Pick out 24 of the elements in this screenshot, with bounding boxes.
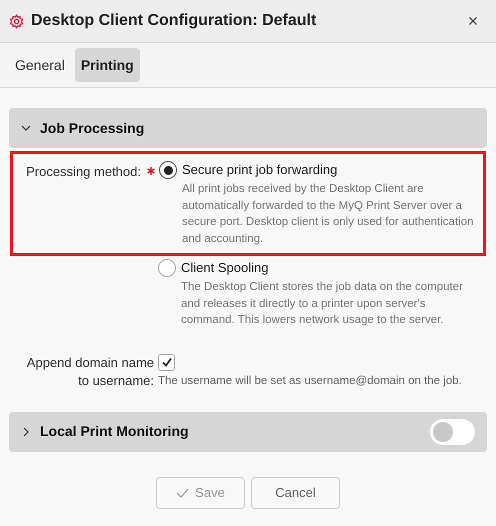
gear-icon [9, 14, 24, 28]
radio-button[interactable] [159, 161, 177, 179]
checkbox[interactable] [158, 354, 175, 370]
radio-button[interactable] [158, 259, 176, 277]
tab[interactable]: Printing [74, 48, 140, 82]
section-header[interactable]: Job Processing [9, 108, 487, 148]
close-button[interactable]: × [461, 9, 485, 33]
section-title: Job Processing [40, 118, 144, 138]
toggle-switch[interactable] [430, 418, 475, 445]
option-label: Secure print job forwarding [182, 161, 338, 179]
field-label: Append domain name to username: [26, 354, 154, 390]
check-icon [160, 356, 172, 368]
option-label: Client Spooling [181, 259, 270, 277]
chevron-down-icon [21, 123, 31, 133]
section-title: Local Print Monitoring [40, 422, 189, 442]
field-description: The username will be set as username@domain on the job. [158, 374, 462, 388]
option-description: All print jobs received by the Desktop Client are automatically forwarded to the MyQ Print Server over a secure port. Desktop client is only used for authentication and accounting. [182, 182, 474, 246]
dialog-button[interactable]: Cancel [251, 476, 340, 509]
tab[interactable]: General [9, 48, 71, 82]
option-description: The Desktop Client stores the job data on the computer and releases it directly to a printer upon server's command. This lowers network usage to the server. [181, 280, 464, 328]
chevron-right-icon [21, 426, 31, 437]
section-header[interactable]: Local Print Monitoring [9, 412, 487, 452]
field-label: Processing method: [26, 163, 141, 181]
window-title: Desktop Client Configuration: Default [31, 11, 316, 31]
